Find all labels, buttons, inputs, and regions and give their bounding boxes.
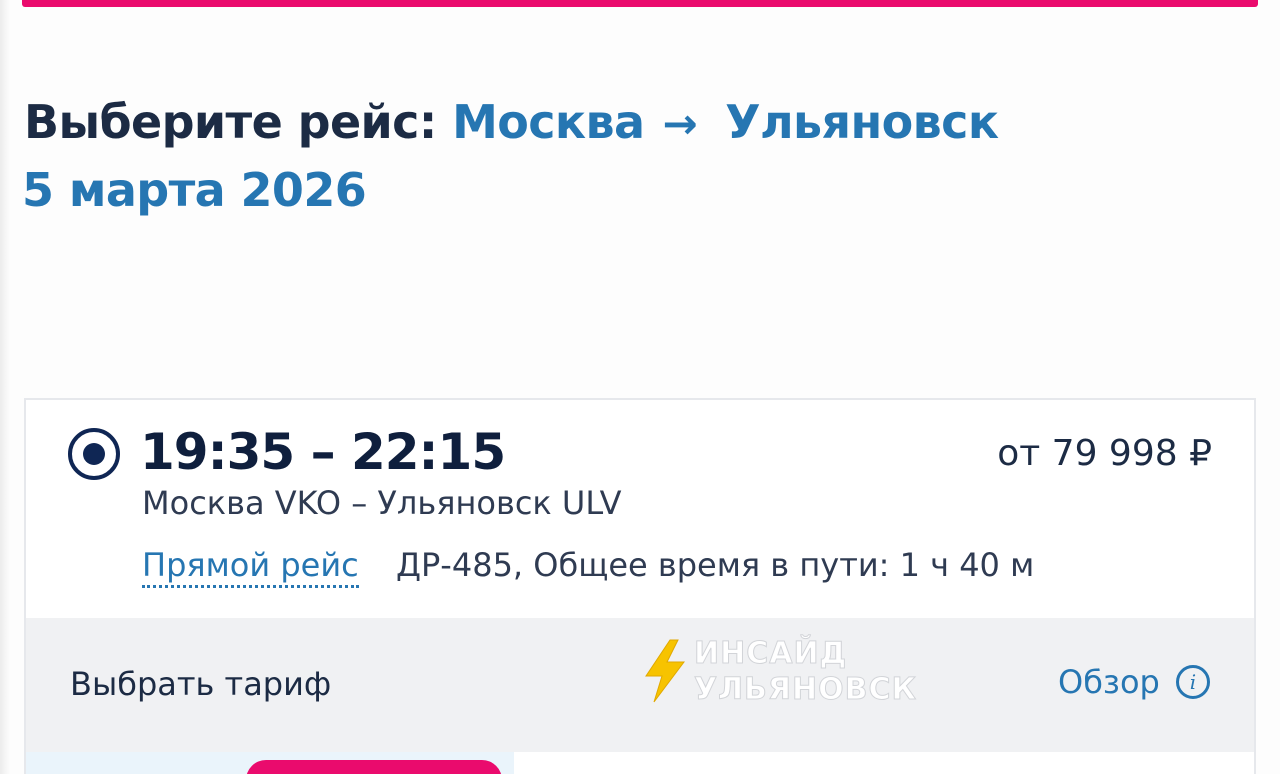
direct-flight-link[interactable]: Прямой рейс xyxy=(142,545,359,588)
flight-details: ДР-485, Общее время в пути: 1 ч 40 м xyxy=(396,546,1035,584)
flight-price: от 79 998 ₽ xyxy=(997,433,1212,474)
watermark-line-1: ИНСАЙД xyxy=(693,636,848,671)
tariff-badge[interactable] xyxy=(246,760,502,774)
tariff-option-panel-right xyxy=(516,752,1254,774)
arrow-right-icon: → xyxy=(662,99,698,148)
watermark-line-2: УЛЬЯНОВСК xyxy=(693,672,918,707)
origin-city: Москва xyxy=(452,95,645,149)
select-tariff-label[interactable]: Выбрать тариф xyxy=(70,664,331,704)
radio-selected-dot xyxy=(83,443,105,465)
booking-page: Выберите рейс: Москва → Ульяновск 5 марта … xyxy=(0,0,1280,774)
overview-link[interactable]: Обзор xyxy=(1058,662,1160,702)
flight-time: 19:35 – 22:15 xyxy=(140,423,506,481)
title-prefix: Выберите рейс: xyxy=(24,95,437,149)
flight-route: Москва VKO – Ульяновск ULV xyxy=(142,484,622,522)
accent-bar xyxy=(22,0,1258,7)
flight-select-radio[interactable] xyxy=(68,428,120,480)
watermark: ИНСАЙД УЛЬЯНОВСК xyxy=(640,636,920,708)
lightning-icon xyxy=(645,639,685,703)
info-icon[interactable]: i xyxy=(1176,665,1210,699)
destination-city: Ульяновск xyxy=(725,95,999,149)
flight-date: 5 марта 2026 xyxy=(22,163,367,217)
page-title: Выберите рейс: Москва → Ульяновск xyxy=(24,90,999,156)
edge-shadow xyxy=(0,0,10,774)
